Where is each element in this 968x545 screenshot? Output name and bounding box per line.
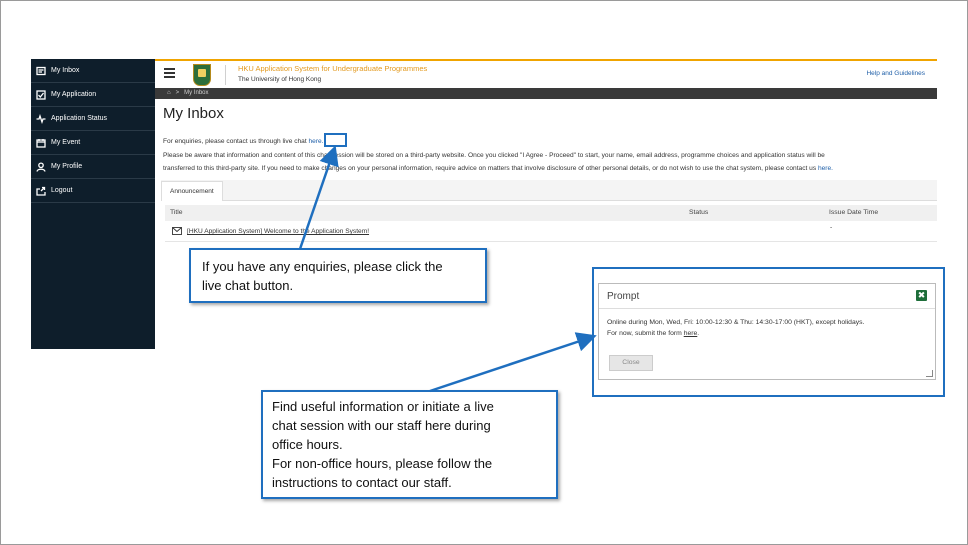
callout-arrows [298, 145, 597, 393]
arrow-to-live-chat [298, 145, 339, 250]
arrow-to-prompt [429, 332, 597, 393]
